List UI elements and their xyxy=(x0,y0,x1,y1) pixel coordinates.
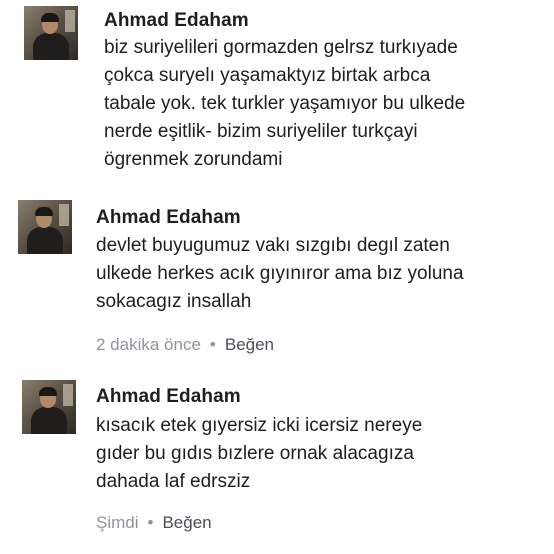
comment-meta: Şimdi • Beğen xyxy=(96,513,212,533)
comment-time: 2 dakika önce xyxy=(96,335,201,354)
author-name[interactable]: Ahmad Edaham xyxy=(96,386,241,408)
like-link[interactable]: Beğen xyxy=(225,335,274,354)
author-avatar[interactable] xyxy=(18,200,72,254)
comment-text: biz suriyelileri gormazden gelrsz turkıy… xyxy=(104,37,466,170)
comment-text: kısacık etek gıyersiz icki icersiz nerey… xyxy=(96,415,423,492)
author-name[interactable]: Ahmad Edaham xyxy=(104,10,249,32)
comment-text: devlet buyugumuz vakı sızgıbı degıl zate… xyxy=(96,235,464,312)
separator-dot: • xyxy=(209,335,216,354)
comment-meta: 2 dakika önce • Beğen xyxy=(96,335,274,355)
separator-dot: • xyxy=(147,513,154,532)
like-link[interactable]: Beğen xyxy=(162,513,211,532)
author-avatar[interactable] xyxy=(22,380,76,434)
comment-time: Şimdi xyxy=(96,513,139,532)
author-avatar[interactable] xyxy=(24,6,78,60)
author-name[interactable]: Ahmad Edaham xyxy=(96,207,241,229)
